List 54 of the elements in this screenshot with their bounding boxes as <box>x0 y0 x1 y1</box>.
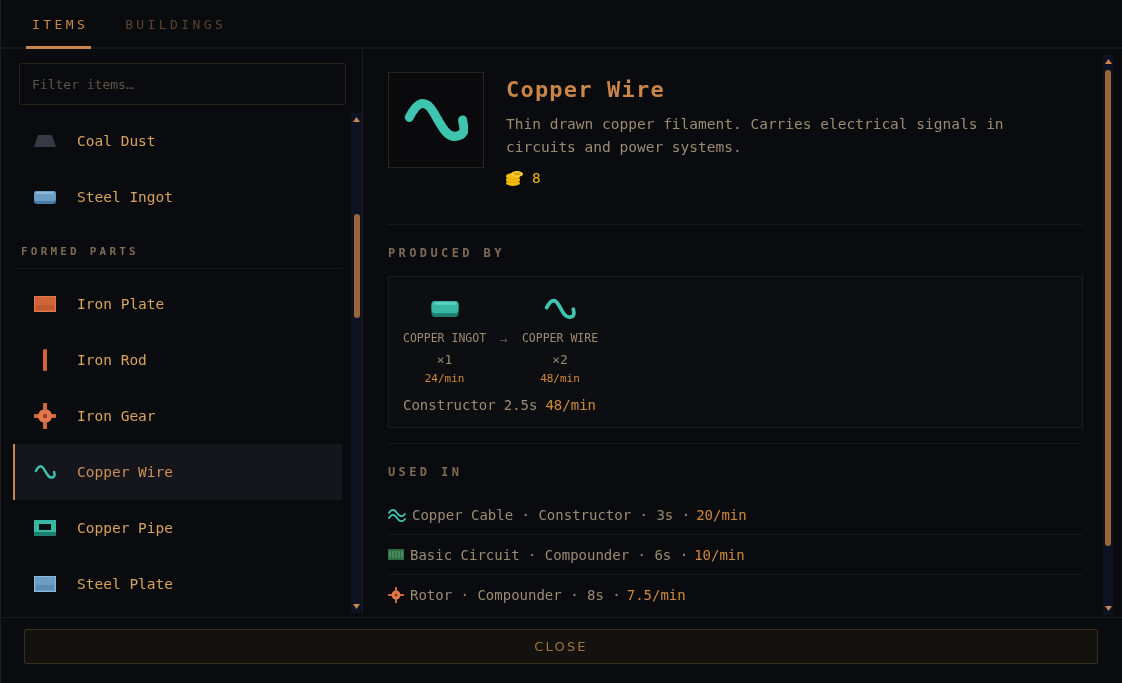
scroll-down-icon[interactable] <box>1104 606 1112 611</box>
item-row[interactable]: Iron Plate <box>13 276 342 332</box>
plate-icon <box>34 296 56 312</box>
gear-icon <box>34 403 56 429</box>
double-wave-icon <box>388 507 406 522</box>
pile-icon <box>34 135 56 147</box>
price-value: 8 <box>532 170 541 186</box>
wave-icon <box>544 297 576 321</box>
item-row[interactable]: Copper Pipe <box>13 500 342 556</box>
close-button[interactable]: CLOSE <box>24 629 1098 664</box>
item-row[interactable]: Coal Dust <box>13 113 342 169</box>
scroll-up-icon[interactable] <box>353 117 360 122</box>
recipe-text: Rotor · Compounder · 8s · <box>410 586 621 603</box>
craft-rate: 48/min <box>545 397 596 413</box>
tab[interactable]: ITEMS <box>26 0 92 49</box>
scrollbar-thumb[interactable] <box>1105 70 1111 546</box>
product-rate: 48/min <box>540 372 580 385</box>
ingredient-rate: 24/min <box>424 372 465 385</box>
section-heading: USED IN <box>388 465 464 479</box>
craft-time: 2.5s <box>503 397 538 413</box>
pipe-icon <box>34 520 56 536</box>
item-row[interactable]: Copper Wire <box>13 444 342 500</box>
building-name: Constructor <box>403 397 496 413</box>
scroll-down-icon[interactable] <box>353 604 360 609</box>
scrollbar-thumb[interactable] <box>353 214 360 318</box>
plate-icon <box>34 576 56 592</box>
ingot-icon <box>430 301 459 317</box>
ingredient-name: COPPER INGOT <box>403 331 487 345</box>
product-name: COPPER WIRE <box>521 331 599 345</box>
wave-icon <box>404 96 468 144</box>
item-row[interactable]: Iron Rod <box>13 332 342 388</box>
item-row[interactable]: Steel Plate <box>13 556 342 612</box>
scroll-up-icon[interactable] <box>1104 59 1112 64</box>
rod-icon <box>43 349 47 371</box>
coins-icon <box>506 170 524 186</box>
recipe-text: Basic Circuit · Compounder · 6s · <box>410 546 689 563</box>
recipe-rate: 10/min <box>694 546 745 563</box>
product-amount: ×2 <box>552 352 568 367</box>
recipe-rate: 20/min <box>696 506 747 523</box>
recipe-text: Copper Cable · Constructor · 3s · <box>412 506 691 523</box>
item-title: Copper Wire <box>506 76 666 104</box>
section-heading: FORMED PARTS <box>13 225 342 269</box>
flow-arrow: → <box>500 332 508 347</box>
filter-input[interactable]: Filter items… <box>19 63 346 105</box>
circuit-board-icon <box>388 549 404 560</box>
item-description: Thin drawn copper filament. Carries electrical signals in circuits and power systems. <box>506 115 1005 157</box>
recipe-rate: 7.5/min <box>626 586 686 603</box>
rotor-icon <box>388 586 404 603</box>
ingredient-amount: ×1 <box>436 352 453 367</box>
section-heading: PRODUCED BY <box>388 246 506 260</box>
wave-icon <box>34 463 56 481</box>
item-row[interactable]: Iron Gear <box>13 388 342 444</box>
ingot-icon <box>34 190 56 204</box>
item-row[interactable]: Steel Ingot <box>13 169 342 225</box>
